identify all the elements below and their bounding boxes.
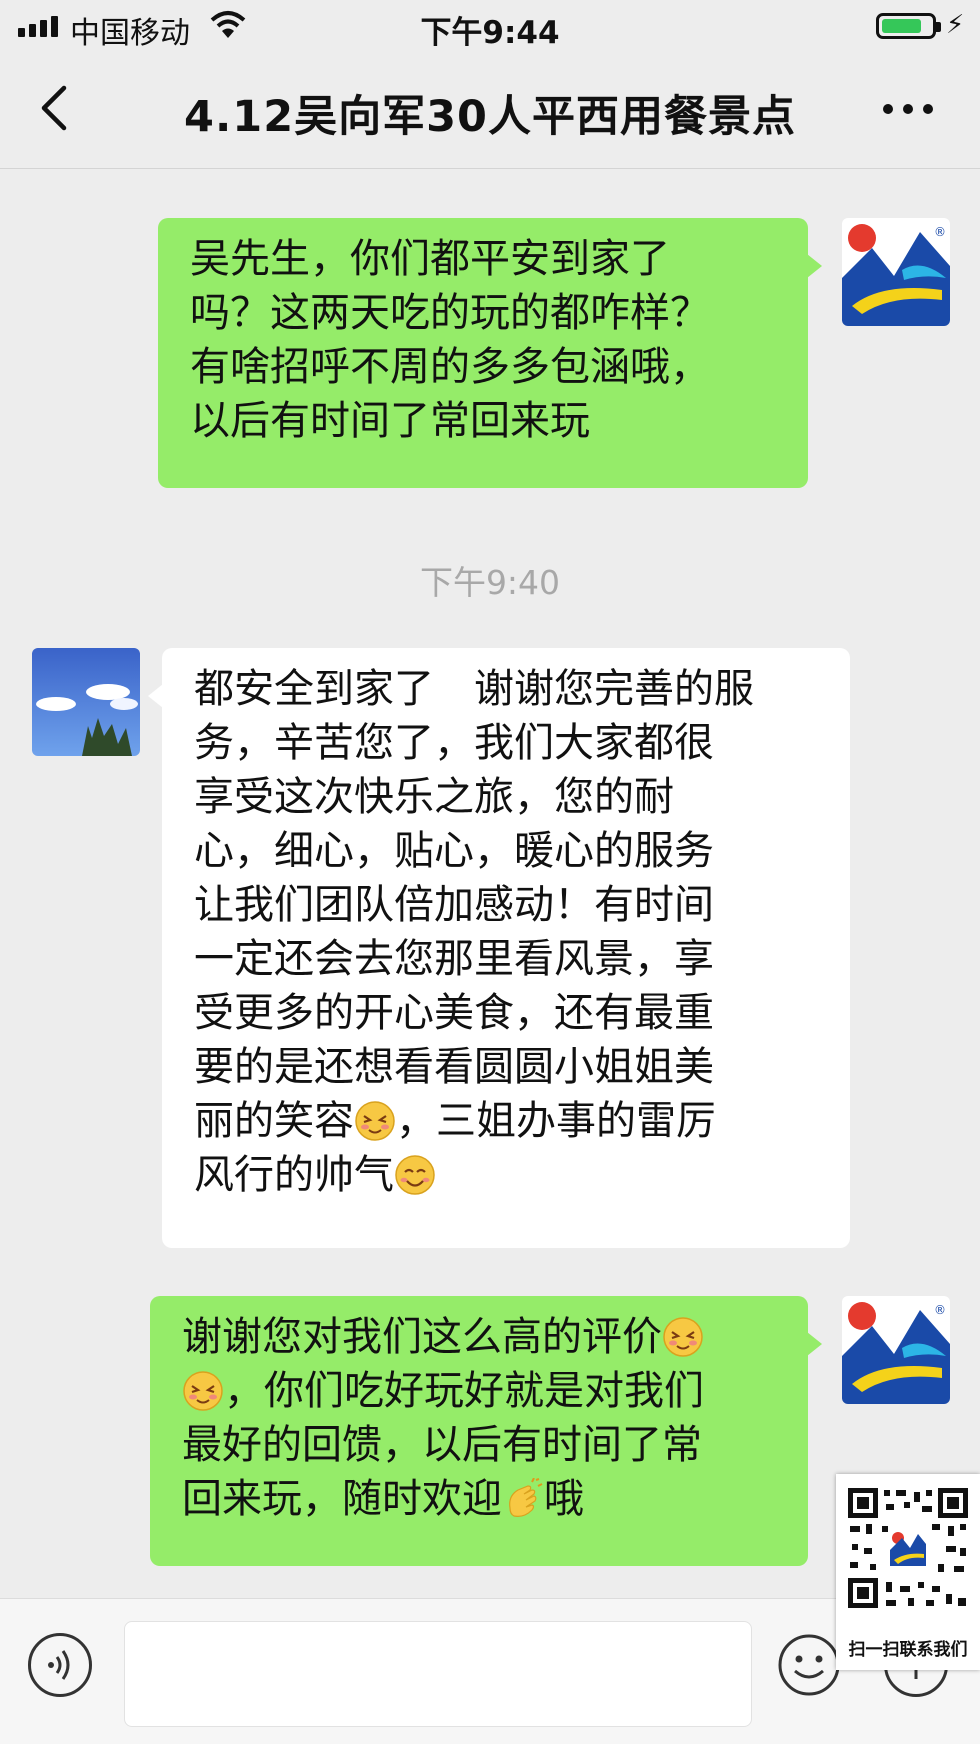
message-text-end: 哦 — [544, 1476, 584, 1522]
message-timestamp: 下午9:40 — [419, 563, 561, 602]
charging-icon: ⚡ — [946, 10, 965, 40]
chat-title: 4.12吴向军30人平西用餐景点 — [184, 92, 796, 142]
blushing-emoji-icon — [355, 1101, 395, 1141]
input-bar — [0, 1598, 980, 1744]
qr-code-card[interactable]: 扫一扫联系我们 — [836, 1474, 980, 1670]
blushing-emoji-icon — [663, 1317, 703, 1357]
message-input[interactable] — [124, 1621, 752, 1727]
message-bubble-sent[interactable]: 谢谢您对我们这么高的评价 ，你们吃好玩好就是对我们 最好的回馈，以后有时间了常 回… — [150, 1296, 822, 1566]
message-text: 谢谢您对我们这么高的评价 — [182, 1314, 662, 1360]
chat-header: 4.12吴向军30人平西用餐景点 — [0, 52, 980, 169]
battery-icon — [876, 13, 941, 39]
voice-icon[interactable] — [28, 1633, 92, 1697]
message-text: 吴先生，你们都平安到家了 吗？这两天吃的玩的都咋样？ 有啥招呼不周的多多包涵哦，… — [190, 236, 710, 444]
avatar-self[interactable]: ® — [842, 218, 950, 326]
svg-text:®: ® — [934, 225, 946, 239]
clapping-hands-icon — [509, 1478, 543, 1517]
status-bar: 中国移动 下午9:44 ⚡ — [0, 0, 980, 52]
qr-code-icon — [846, 1486, 970, 1610]
chevron-left-icon[interactable] — [30, 80, 86, 136]
status-time: 下午9:44 — [420, 15, 560, 51]
message-bubble-received[interactable]: 都安全到家了 谢谢您完善的服 务，辛苦您了，我们大家都很 享受这次快乐之旅，您的… — [148, 648, 850, 1248]
blushing-emoji-icon — [183, 1371, 223, 1411]
qr-caption: 扫一扫联系我们 — [848, 1640, 968, 1660]
smile-emoji-icon — [395, 1155, 435, 1195]
message-bubble-sent[interactable]: 吴先生，你们都平安到家了 吗？这两天吃的玩的都咋样？ 有啥招呼不周的多多包涵哦，… — [158, 218, 822, 488]
message-text-continued: ，你们吃好玩好就是对我们 最好的回馈，以后有时间了常 回来玩，随时欢迎 — [182, 1368, 704, 1522]
ellipsis-icon[interactable] — [880, 96, 936, 122]
emoji-icon[interactable] — [777, 1633, 841, 1697]
message-text: 都安全到家了 谢谢您完善的服 务，辛苦您了，我们大家都很 享受这次快乐之旅，您的… — [194, 666, 754, 1144]
svg-text:®: ® — [934, 1303, 946, 1317]
avatar-contact[interactable] — [32, 648, 140, 756]
avatar-self[interactable]: ® — [842, 1296, 950, 1404]
